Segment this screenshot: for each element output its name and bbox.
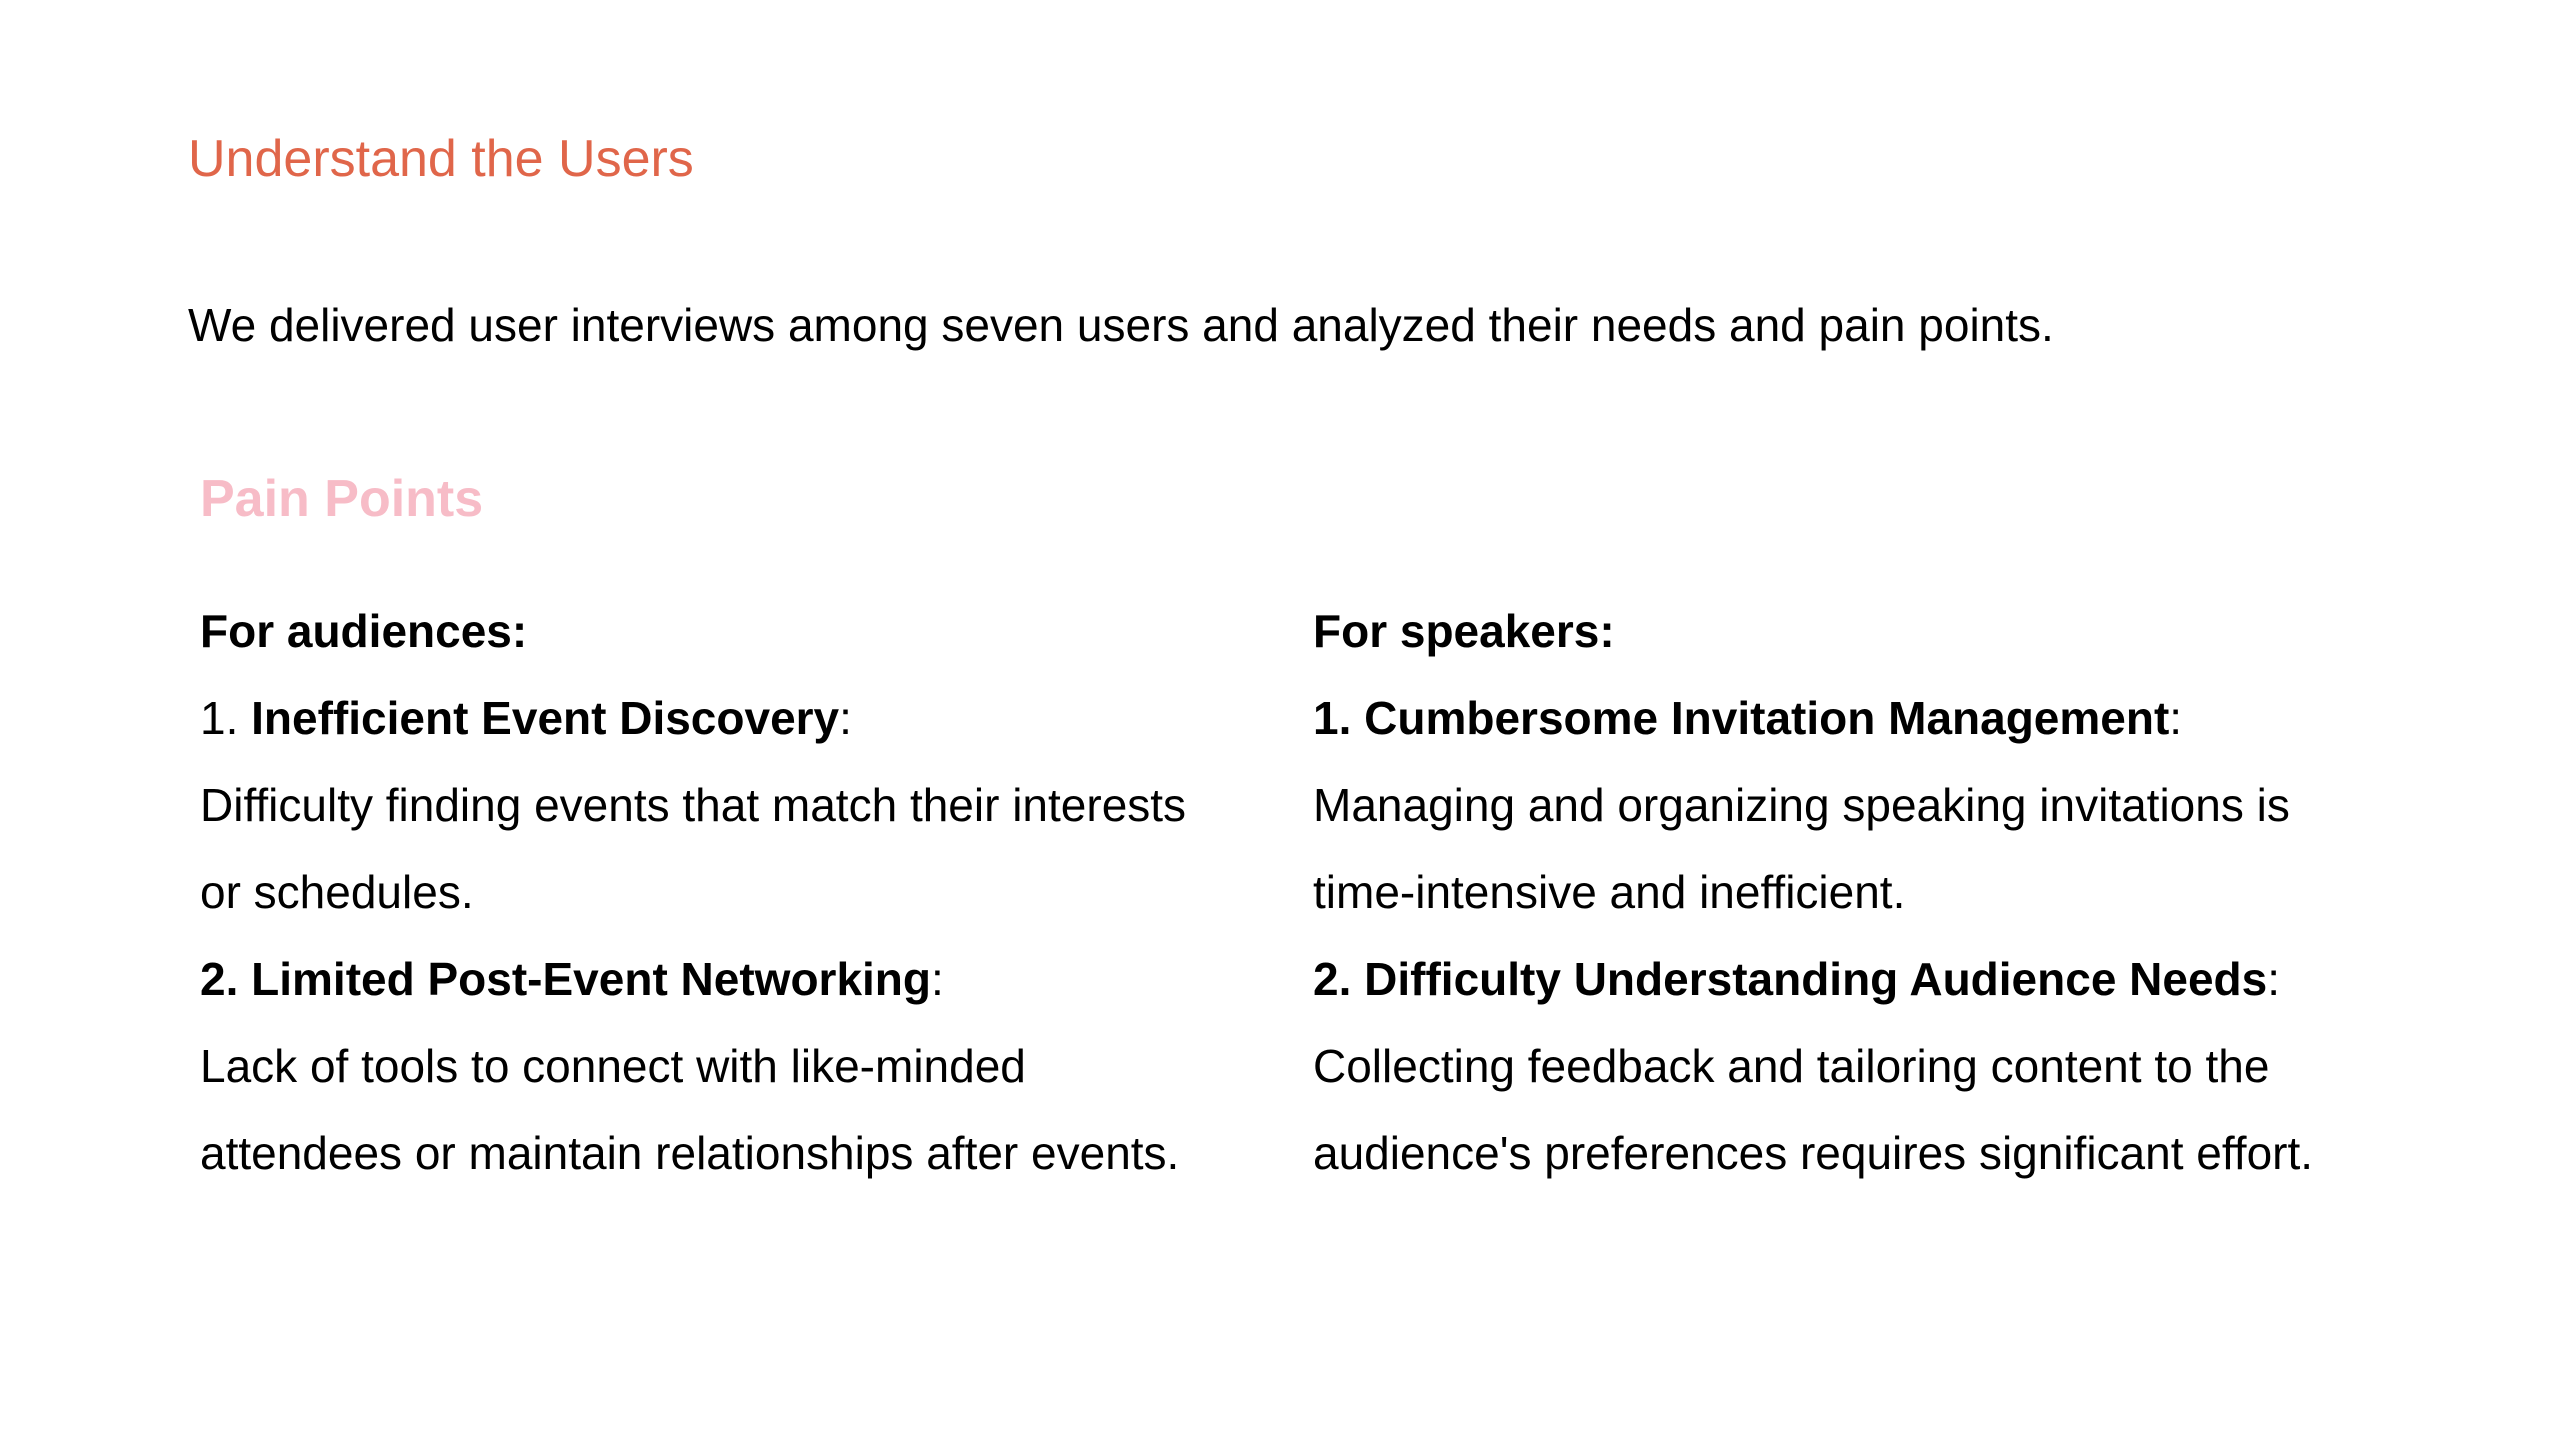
audience-item-1-colon: : [839,692,852,744]
audience-item-1-title: Inefficient Event Discovery [251,692,840,744]
audiences-column: For audiences: 1. Inefficient Event Disc… [200,588,1280,1197]
speaker-item-1-description-line-1: Managing and organizing speaking invitat… [1313,779,2290,831]
speaker-item-2-number: 2. [1313,953,1365,1005]
audience-item-1-description-line-2: or schedules. [200,866,474,918]
speaker-item-1-description-line-2: time-intensive and inefficient. [1313,866,1906,918]
audience-item-2-number: 2. [200,953,252,1005]
audiences-heading: For audiences: [200,605,528,657]
speakers-heading: For speakers: [1313,605,1615,657]
speaker-item-1-title: Cumbersome Invitation Management [1364,692,2170,744]
audience-item-1-description-line-1: Difficulty finding events that match the… [200,779,1187,831]
speaker-item-1-number: 1. [1313,692,1365,744]
speaker-item-2-colon: : [2267,953,2281,1005]
audience-item-1-title-line: 1. Inefficient Event Discovery: [200,675,1280,762]
pain-points-heading: Pain Points [200,470,484,528]
audience-item-2-description-line-2: attendees or maintain relationships afte… [200,1127,1180,1179]
section-title: Understand the Users [188,130,694,188]
speaker-item-2-description-line-2: audience's preferences requires signific… [1313,1127,2314,1179]
speakers-column: For speakers: 1. Cumbersome Invitation M… [1313,588,2393,1197]
audience-item-2-description-line-1: Lack of tools to connect with like-minde… [200,1040,1026,1092]
speaker-item-2-title-line: 2. Difficulty Understanding Audience Nee… [1313,936,2393,1023]
intro-text: We delivered user interviews among seven… [188,299,2054,351]
speaker-item-2-description-line-1: Collecting feedback and tailoring conten… [1313,1040,2270,1092]
speaker-item-1-title-line: 1. Cumbersome Invitation Management: [1313,675,2393,762]
audience-item-2-title: Limited Post-Event Networking [251,953,932,1005]
audience-item-2-colon: : [931,953,944,1005]
audience-item-1-number: 1. [200,692,252,744]
audience-item-2-title-line: 2. Limited Post-Event Networking: [200,936,1280,1023]
speaker-item-2-title: Difficulty Understanding Audience Needs [1364,953,2268,1005]
speaker-item-1-colon: : [2169,692,2183,744]
